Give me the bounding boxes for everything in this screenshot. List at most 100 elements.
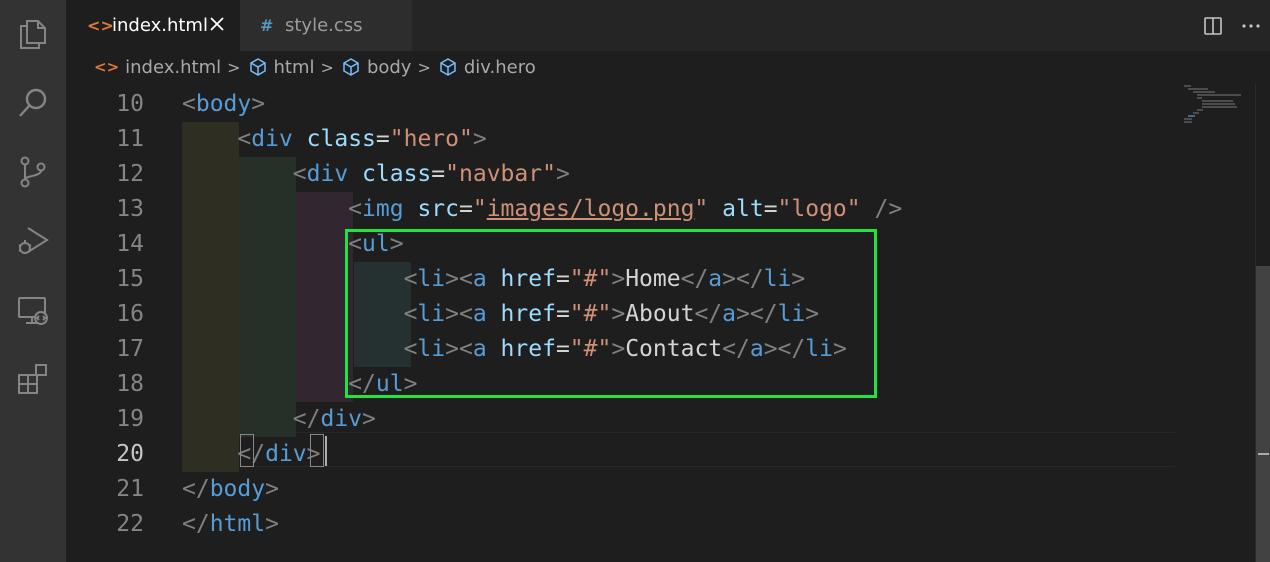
code-line[interactable]: 12 <div class="navbar">: [66, 157, 1175, 192]
code-token: =: [458, 196, 473, 222]
cube-icon: [341, 57, 361, 77]
text-cursor: [325, 436, 327, 466]
code-token: class: [362, 161, 432, 187]
code-token: html: [209, 511, 266, 537]
highlight-box-ul: [345, 229, 877, 398]
code-token: div: [251, 126, 293, 152]
vertical-scrollbar[interactable]: [1255, 83, 1270, 562]
code-token: </: [182, 511, 210, 537]
breadcrumb-label: index.html: [125, 56, 222, 78]
scrollbar-cursor-marker: [1258, 453, 1269, 455]
breadcrumb-item-div-hero[interactable]: div.hero: [438, 57, 536, 78]
line-number: 12: [116, 161, 144, 187]
minimap-line: [1184, 85, 1191, 87]
close-icon[interactable]: [206, 13, 228, 35]
minimap-line: [1184, 121, 1192, 123]
code-token: =: [375, 126, 390, 152]
minimap-line: [1201, 100, 1234, 102]
code-token: <: [182, 91, 196, 117]
line-number: 21: [116, 476, 144, 502]
tab-label: style.css: [285, 15, 363, 36]
breadcrumb-item-body[interactable]: body: [341, 56, 412, 78]
code-token: =: [431, 161, 446, 187]
more-actions-icon[interactable]: [1232, 7, 1270, 45]
code-line[interactable]: 22 </html>: [66, 507, 1175, 542]
minimap-line: [1188, 115, 1195, 117]
tab-index-html[interactable]: <> index.html: [66, 0, 240, 51]
split-editor-icon[interactable]: [1194, 7, 1232, 45]
code-token: body: [209, 476, 266, 502]
code-token: >: [265, 511, 279, 537]
breadcrumb-item-file[interactable]: <> index.html: [94, 57, 221, 78]
breadcrumb-label: body: [366, 56, 412, 78]
code-text: <img src="images/logo.png" alt="logo" />: [182, 192, 902, 227]
code-token: ": [472, 196, 487, 222]
cube-icon: [248, 57, 268, 77]
explorer-files-icon[interactable]: [13, 14, 53, 54]
code-line[interactable]: 13 <img src="images/logo.png" alt="logo"…: [66, 192, 1175, 227]
breadcrumb-label: html: [273, 56, 315, 78]
search-icon[interactable]: [13, 83, 53, 123]
breadcrumb-item-html[interactable]: html: [248, 57, 315, 78]
css-file-icon: #: [260, 16, 274, 35]
editor-actions: [1194, 0, 1270, 51]
cube-icon: [438, 57, 458, 77]
line-number: 13: [116, 196, 144, 222]
html-file-icon: <>: [94, 58, 120, 76]
code-token: div: [265, 441, 307, 467]
scrollbar-thumb[interactable]: [1256, 266, 1270, 562]
line-number: 20: [116, 441, 144, 467]
code-line[interactable]: 11 <div class="hero">: [66, 122, 1175, 157]
line-number: 18: [116, 371, 144, 397]
code-token: images/logo.png: [486, 196, 695, 222]
code-line[interactable]: 19 </div>: [66, 402, 1175, 437]
code-line[interactable]: 20 </div>: [66, 437, 1175, 472]
minimap-line: [1201, 106, 1237, 108]
code-token: />: [874, 196, 903, 222]
code-line[interactable]: 10 <body>: [66, 87, 1175, 122]
chevron-right-icon: >: [417, 57, 431, 77]
code-token: alt: [722, 196, 764, 222]
code-text: <div class="navbar">: [182, 157, 570, 192]
breadcrumb-label: div.hero: [463, 56, 536, 78]
code-token: >: [555, 161, 570, 187]
bracket-match-open: [240, 434, 254, 467]
line-number: 10: [116, 91, 144, 117]
code-text: </body>: [182, 472, 279, 507]
remote-explorer-icon[interactable]: [13, 290, 53, 330]
code-token: =: [763, 196, 778, 222]
code-token: >: [472, 126, 487, 152]
code-token: img: [362, 196, 404, 222]
html-file-icon: <>: [87, 16, 114, 35]
minimap-line: [1184, 118, 1192, 120]
minimap-line: [1188, 88, 1209, 90]
run-debug-icon[interactable]: [13, 221, 53, 261]
line-number: 15: [116, 266, 144, 292]
chevron-right-icon: >: [320, 57, 334, 77]
extensions-icon[interactable]: [13, 359, 53, 399]
source-control-icon[interactable]: [13, 152, 53, 192]
code-line[interactable]: 21 </body>: [66, 472, 1175, 507]
code-token: body: [195, 91, 252, 117]
code-token: "navbar": [445, 161, 556, 187]
tab-style-css[interactable]: # style.css: [240, 0, 412, 51]
code-text: <div class="hero">: [182, 122, 487, 157]
code-token: "hero": [389, 126, 473, 152]
minimap-line: [1197, 94, 1242, 96]
code-token: "logo": [777, 196, 861, 222]
minimap[interactable]: [1176, 83, 1255, 562]
tab-label: index.html: [112, 15, 208, 36]
minimap-line: [1192, 112, 1200, 114]
code-token: >: [251, 91, 266, 117]
code-text: </html>: [182, 507, 279, 542]
